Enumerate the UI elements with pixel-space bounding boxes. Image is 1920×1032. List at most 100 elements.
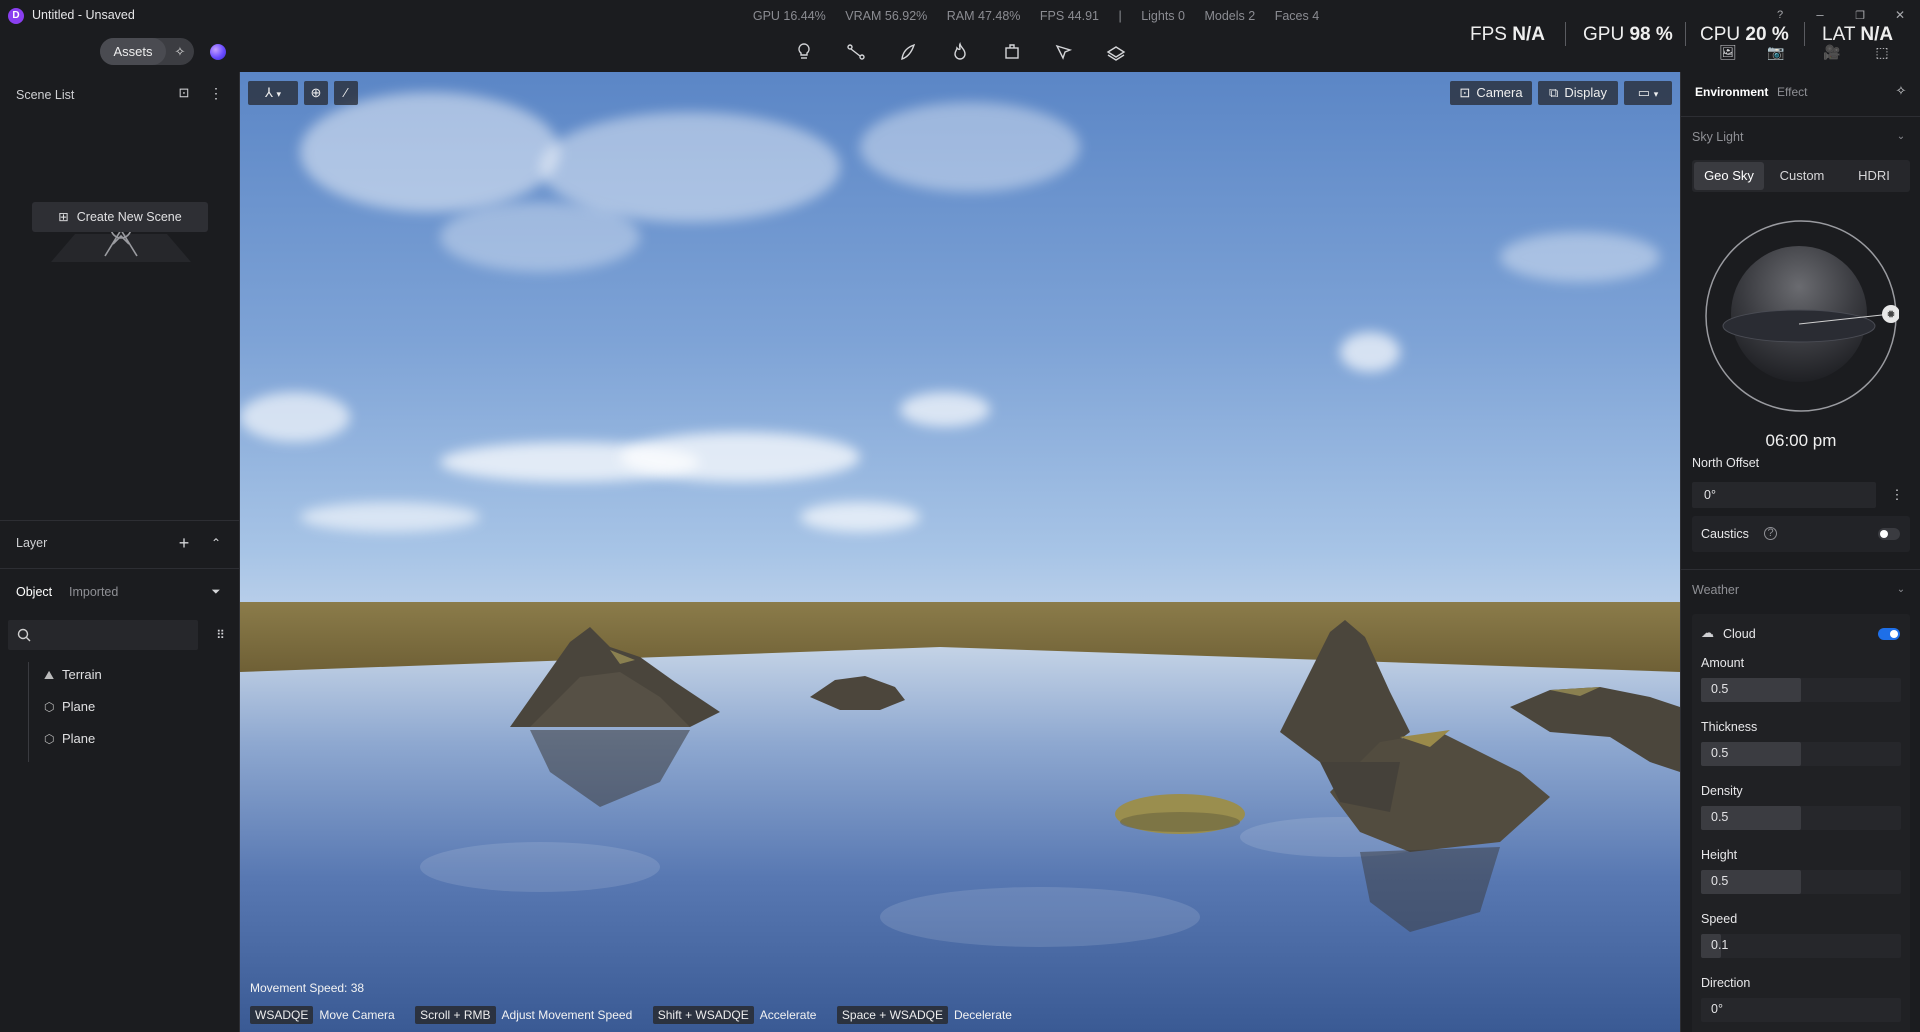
more-options-icon[interactable]: ⋮ [1883,481,1911,509]
window-title: Untitled - Unsaved [32,8,135,22]
stat-faces: Faces 4 [1274,9,1320,23]
stat-models: Models 2 [1204,9,1256,23]
weather-param-label: Density [1701,784,1743,798]
create-scene-icon: ⊞ [58,210,69,224]
sun-position-dial[interactable]: ✹ [1703,218,1899,414]
more-options-icon[interactable]: ⋮ [202,79,230,107]
help-icon[interactable]: ? [1770,9,1790,21]
right-panel: Environment Effect ✧ Sky Light ⌄ Geo Sky… [1680,72,1920,1032]
cloud-shape [1340,332,1400,372]
info-icon[interactable]: ? [1764,527,1777,540]
chevron-down-icon[interactable]: ⌄ [1887,123,1915,151]
cloud-shape [900,392,990,427]
cloud-shape [300,92,560,212]
time-of-day: 06:00 pm [1765,431,1837,450]
weather-param-label: Height [1701,848,1738,862]
rock-island [1510,687,1680,772]
caustics-toggle[interactable] [1878,528,1900,540]
tab-environment[interactable]: Environment [1695,85,1768,99]
grid-view-icon[interactable]: ⠿ [206,621,234,649]
cursor-select-icon[interactable] [1050,38,1078,66]
brush-icon[interactable] [894,38,922,66]
tab-object[interactable]: Object [16,585,52,599]
globe-icon[interactable]: ⊕ [304,81,328,105]
path-icon[interactable] [842,38,870,66]
perf-cpu-label: CPU [1700,24,1741,45]
weather-param-slider[interactable]: 0.5 [1701,742,1901,766]
camera-frame-icon: ⊡ [1459,85,1471,100]
cloud-shape [1500,232,1660,282]
fire-icon[interactable] [946,38,974,66]
display-label: Display [1564,85,1607,100]
crop-box-icon[interactable] [998,38,1026,66]
shortcut-key: Shift + WSADQE [652,1006,754,1024]
ai-sparkle-icon[interactable]: ✧ [168,38,192,65]
weather-param-value: 0.5 [1711,810,1729,824]
chevron-down-icon: ▾ [276,89,282,99]
weather-title: Weather [1692,583,1740,597]
north-offset-label: North Offset [1692,456,1760,470]
lightbulb-icon[interactable] [790,38,818,66]
perf-cpu: CPU 20 % [1700,24,1789,46]
filter-icon[interactable]: ⏷ [202,578,230,606]
layers-icon[interactable] [1102,38,1130,66]
cloud-shape [620,432,860,482]
collapse-icon[interactable]: ⌃ [202,529,230,557]
shortcut-key: WSADQE [250,1006,314,1024]
app-window: D Untitled - Unsaved GPU 16.44% VRAM 56.… [0,0,1920,1032]
perf-gpu-label: GPU [1583,24,1625,45]
assets-toggle-group: Assets ✧ [100,38,194,65]
perf-fps: FPS N/A [1470,24,1545,46]
search-input[interactable] [8,620,198,650]
close-button[interactable]: ✕ [1890,8,1910,22]
shortcut-key: Space + WSADQE [836,1006,948,1024]
layer-item-plane[interactable]: ⬡ Plane [44,696,95,718]
view-options-dropdown[interactable]: ▭ ▾ [1624,81,1672,105]
weather-param-value: 0° [1711,1002,1723,1016]
tab-effect[interactable]: Effect [1777,85,1807,99]
cloud-toggle[interactable] [1878,628,1900,640]
stat-separator: | [1118,9,1122,23]
stat-gpu: GPU 16.44% [752,9,826,23]
sky-mode-custom[interactable]: Custom [1767,162,1837,190]
cube-icon: ⬡ [44,732,55,746]
stats-bar: GPU 16.44% VRAM 56.92% RAM 47.48% FPS 44… [0,9,1920,23]
gizmo-icon: ⅄ [264,85,273,100]
perf-lat-value: N/A [1860,24,1894,45]
restore-button[interactable]: ❐ [1850,9,1870,22]
add-scene-icon[interactable]: ⊡ [170,79,198,107]
weather-param-slider[interactable]: 0° [1701,998,1901,1022]
color-orb-icon[interactable] [210,44,226,60]
shortcut-desc: Accelerate [759,1008,817,1022]
add-layer-icon[interactable]: + [170,529,198,557]
weather-param-slider[interactable]: 0.1 [1701,934,1901,958]
stat-ram: RAM 47.48% [946,9,1021,23]
camera-button[interactable]: ⊡ Camera [1450,81,1532,105]
perf-divider [1565,22,1566,46]
sky-mode-hdri[interactable]: HDRI [1839,162,1909,190]
display-icon: ⧉ [1549,85,1559,100]
north-offset-input[interactable]: 0° [1692,482,1876,508]
stat-vram: VRAM 56.92% [845,9,928,23]
weather-param-label: Speed [1701,912,1738,926]
sky-mode-geo-sky[interactable]: Geo Sky [1694,162,1764,190]
eyedropper-icon[interactable]: ⁄ [334,81,358,105]
weather-param-slider[interactable]: 0.5 [1701,678,1901,702]
tab-imported[interactable]: Imported [69,585,118,599]
perf-gpu-value: 98 % [1629,24,1673,45]
assets-button[interactable]: Assets [100,38,166,65]
weather-param-slider[interactable]: 0.5 [1701,806,1901,830]
layer-item-plane[interactable]: ⬡ Plane [44,728,95,750]
weather-param-value: 0.5 [1711,682,1729,696]
weather-param-value: 0.1 [1711,938,1729,952]
sparkle-settings-icon[interactable]: ✧ [1887,77,1915,105]
layer-item-label: Plane [62,731,96,746]
create-new-scene-button[interactable]: ⊞ Create New Scene [32,202,208,232]
chevron-down-icon[interactable]: ⌄ [1887,576,1915,604]
layer-item-terrain[interactable]: ⛰ Terrain [44,664,102,686]
transform-gizmo-dropdown[interactable]: ⅄ ▾ [248,81,298,105]
minimize-button[interactable]: – [1810,7,1830,22]
weather-param-slider[interactable]: 0.5 [1701,870,1901,894]
display-button[interactable]: ⧉ Display [1538,81,1618,105]
3d-viewport[interactable]: ⅄ ▾ ⊕ ⁄ ⊡ Camera ⧉ Display ▭ ▾ Movement Sp… [240,72,1680,1032]
